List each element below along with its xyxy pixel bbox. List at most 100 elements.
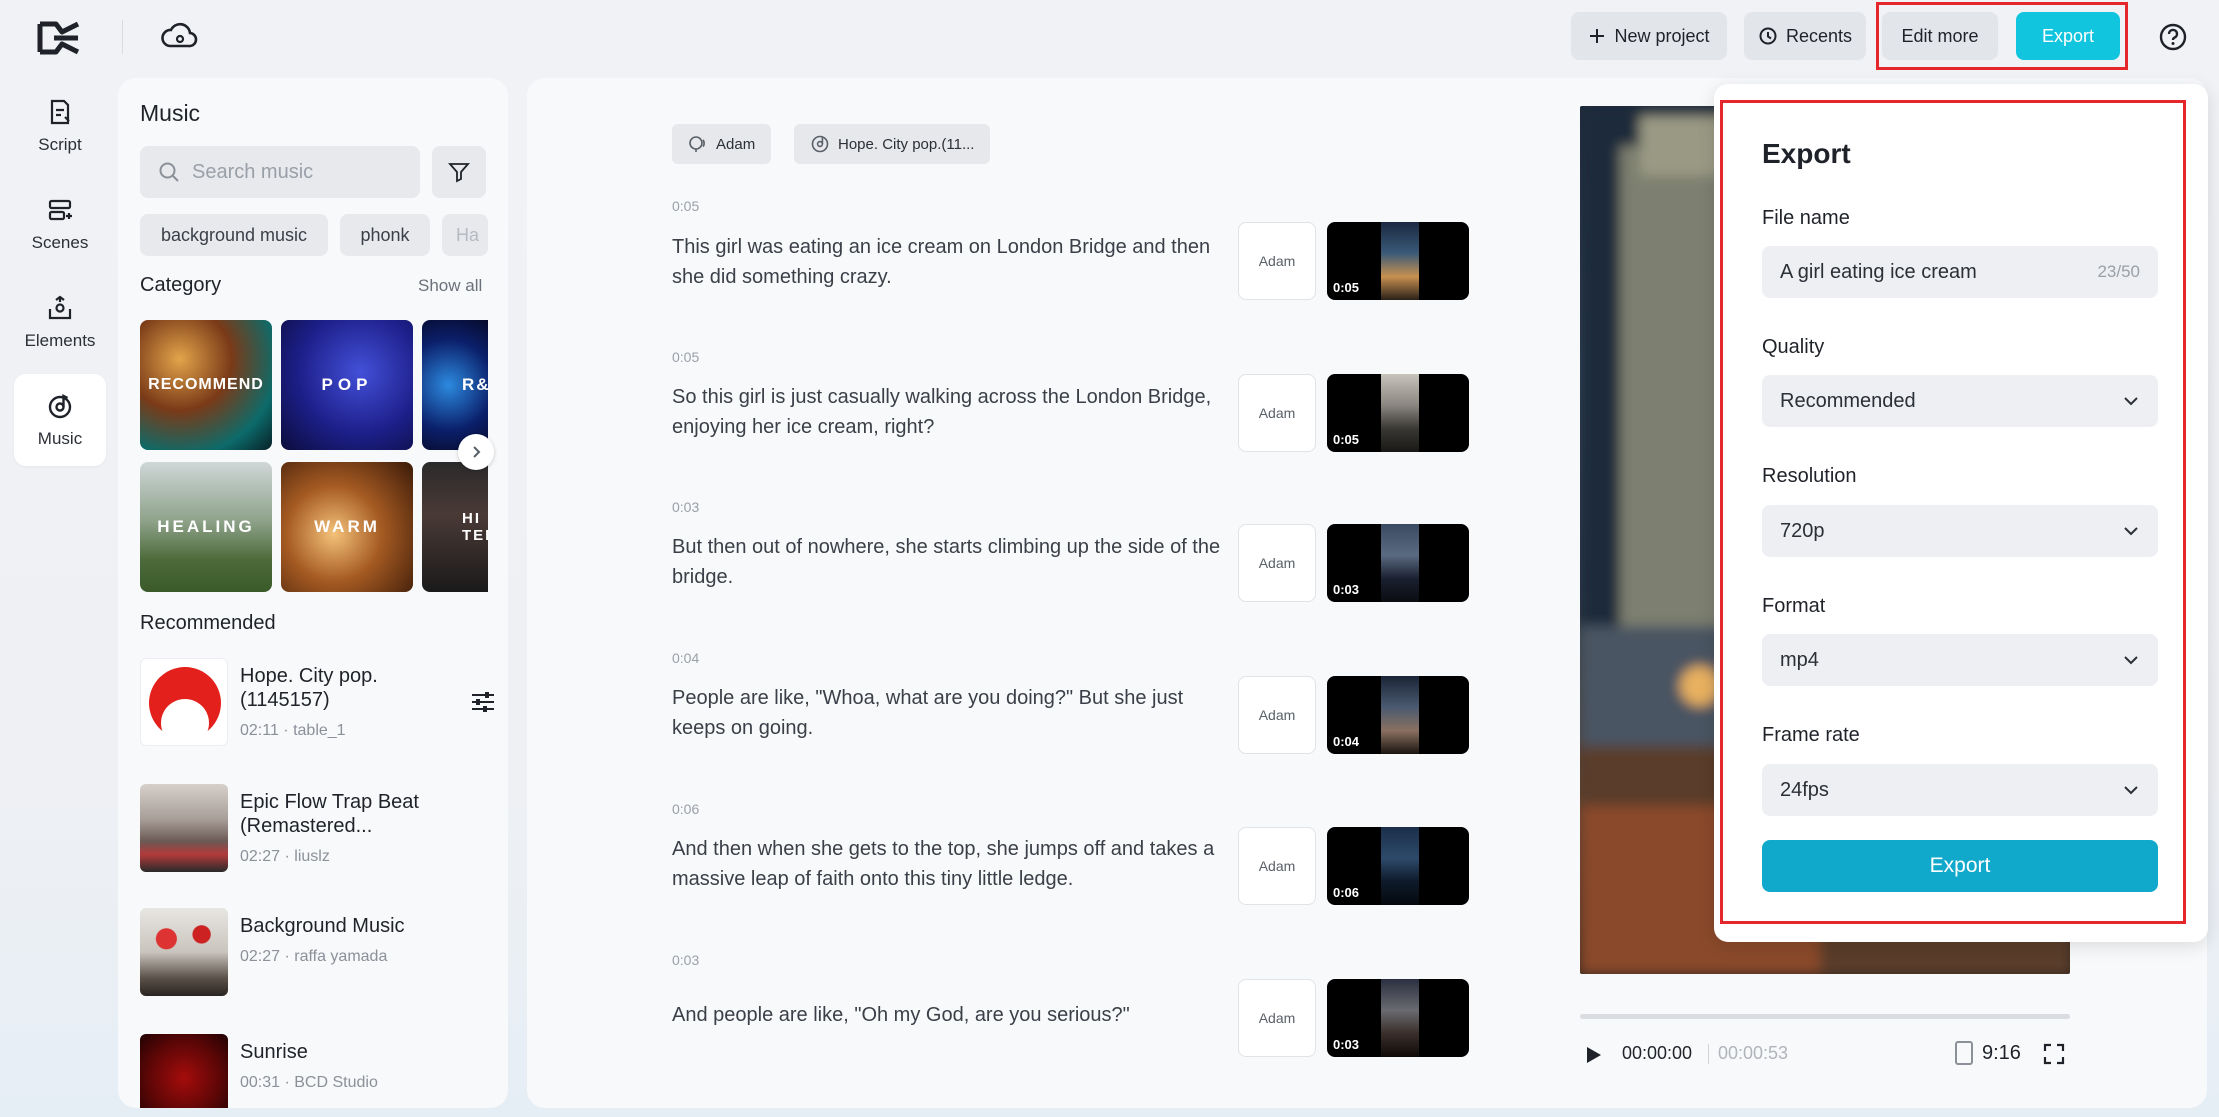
search-music-input[interactable]: Search music (140, 146, 420, 198)
format-value: mp4 (1780, 648, 1819, 671)
category-tile-pop[interactable]: POP (281, 320, 413, 450)
highlight-box-topbar (1876, 2, 2128, 70)
export-dialog-title: Export (1762, 138, 1851, 169)
chip-partial[interactable]: Ha (442, 214, 488, 256)
category-label: HEALING (157, 517, 255, 536)
segment-voice-button[interactable]: Adam (1238, 676, 1316, 754)
segment-text[interactable]: People are like, "Whoa, what are you doi… (672, 683, 1232, 743)
format-label: Format (1762, 595, 1826, 617)
track-thumbnail (140, 1034, 228, 1108)
clip-image (1381, 524, 1419, 602)
track-thumbnail (140, 784, 228, 872)
track-meta: 00:31 · BCD Studio (240, 1074, 378, 1091)
segment-clip-thumbnail[interactable]: 0:05 (1327, 374, 1469, 452)
rail-item-script[interactable]: Script (14, 80, 106, 172)
aspect-ratio-button[interactable]: 9:16 (1954, 1040, 2021, 1066)
category-tile-warm[interactable]: WARM (281, 462, 413, 592)
segment-time: 0:05 (672, 349, 700, 365)
segment-time: 0:06 (672, 801, 700, 817)
segment-text[interactable]: But then out of nowhere, she starts clim… (672, 532, 1232, 592)
category-tile-recommend[interactable]: RECOMMEND (140, 320, 272, 450)
segment-time: 0:03 (672, 952, 700, 968)
file-name-input[interactable]: A girl eating ice cream 23/50 (1762, 246, 2158, 298)
chip-phonk[interactable]: phonk (340, 214, 430, 256)
segment-text[interactable]: So this girl is just casually walking ac… (672, 382, 1232, 442)
segment-text[interactable]: And people are like, "Oh my God, are you… (672, 1000, 1232, 1030)
category-label: R& (462, 375, 488, 394)
rail-item-scenes[interactable]: Scenes (14, 178, 106, 270)
segment-voice-button[interactable]: Adam (1238, 374, 1316, 452)
segment-time: 0:04 (672, 650, 700, 666)
rail-item-music[interactable]: Music (14, 374, 106, 466)
segment-text[interactable]: And then when she gets to the top, she j… (672, 834, 1232, 894)
recommended-heading: Recommended (140, 612, 276, 634)
track-title: Hope. City pop. (1145157) (240, 665, 378, 711)
recents-label: Recents (1785, 25, 1853, 46)
segment-voice-button[interactable]: Adam (1238, 827, 1316, 905)
total-time: 00:00:53 (1718, 1043, 1789, 1063)
track-item[interactable]: Hope. City pop. (1145157) 02:11 · table_… (140, 658, 494, 748)
track-meta: 02:27 · raffa yamada (240, 948, 388, 965)
cloud-icon[interactable] (160, 20, 200, 54)
aspect-ratio-label: 9:16 (1982, 1041, 2021, 1064)
segment-clip-thumbnail[interactable]: 0:04 (1327, 676, 1469, 754)
current-time: 00:00:00 (1622, 1043, 1693, 1063)
new-project-button[interactable]: New project (1571, 12, 1727, 60)
track-item[interactable]: Background Music 02:27 · raffa yamada (140, 908, 490, 998)
quality-value: Recommended (1780, 389, 1916, 412)
rail-item-elements[interactable]: Elements (14, 276, 106, 368)
voice-icon (689, 136, 705, 152)
format-select[interactable]: mp4 (1762, 634, 2158, 686)
search-placeholder: Search music (192, 160, 314, 183)
plus-icon (1590, 29, 1605, 43)
category-label: HI TEM (462, 510, 488, 544)
clip-image (1381, 979, 1419, 1057)
category-label: WARM (314, 517, 380, 536)
track-meta: 02:27 · liuslz (240, 848, 330, 865)
frame-rate-select[interactable]: 24fps (1762, 764, 2158, 816)
segment-clip-thumbnail[interactable]: 0:03 (1327, 979, 1469, 1057)
chip-background-music[interactable]: background music (140, 214, 328, 256)
clock-icon (1759, 27, 1777, 45)
fullscreen-icon[interactable] (2042, 1042, 2066, 1071)
segment-text[interactable]: This girl was eating an ice cream on Lon… (672, 232, 1232, 292)
category-tile-hi-tem[interactable]: HI TEM (422, 462, 488, 592)
rail-label-scenes: Scenes (31, 233, 89, 252)
show-all-link[interactable]: Show all (418, 276, 482, 296)
clip-duration: 0:04 (1333, 734, 1360, 749)
track-meta: 02:11 · table_1 (240, 722, 346, 739)
category-tile-healing[interactable]: HEALING (140, 462, 272, 592)
music-tag-label: Hope. City pop.(11... (838, 135, 975, 153)
play-button[interactable] (1582, 1044, 1604, 1071)
clip-duration: 0:05 (1333, 280, 1360, 295)
segment-clip-thumbnail[interactable]: 0:03 (1327, 524, 1469, 602)
music-tag[interactable]: Hope. City pop.(11... (794, 124, 991, 164)
playback-progress-bar[interactable] (1580, 1014, 2070, 1019)
export-confirm-button[interactable]: Export (1762, 840, 2158, 892)
adjust-icon[interactable] (470, 690, 496, 714)
file-name-label: File name (1762, 207, 1850, 229)
capcut-logo-icon[interactable] (36, 18, 82, 58)
segment-clip-thumbnail[interactable]: 0:05 (1327, 222, 1469, 300)
frame-rate-label: Frame rate (1762, 724, 1860, 746)
track-item[interactable]: Epic Flow Trap Beat (Remastered... 02:27… (140, 784, 490, 874)
clip-image (1381, 827, 1419, 905)
segment-clip-thumbnail[interactable]: 0:06 (1327, 827, 1469, 905)
segment-time: 0:05 (672, 198, 700, 214)
recents-button[interactable]: Recents (1744, 12, 1866, 60)
voice-tag[interactable]: Adam (672, 124, 772, 164)
category-heading: Category (140, 274, 222, 296)
filter-button[interactable] (432, 146, 486, 198)
resolution-select[interactable]: 720p (1762, 505, 2158, 557)
music-icon (811, 135, 829, 153)
category-tile-rb[interactable]: R& (422, 320, 488, 450)
help-icon[interactable] (2158, 22, 2188, 52)
quality-select[interactable]: Recommended (1762, 375, 2158, 427)
track-item[interactable]: Sunrise 00:31 · BCD Studio (140, 1034, 490, 1108)
segment-voice-button[interactable]: Adam (1238, 524, 1316, 602)
category-next-button[interactable] (458, 434, 494, 470)
clip-duration: 0:06 (1333, 885, 1360, 900)
segment-voice-button[interactable]: Adam (1238, 979, 1316, 1057)
segment-voice-button[interactable]: Adam (1238, 222, 1316, 300)
chevron-down-icon (2124, 397, 2138, 406)
